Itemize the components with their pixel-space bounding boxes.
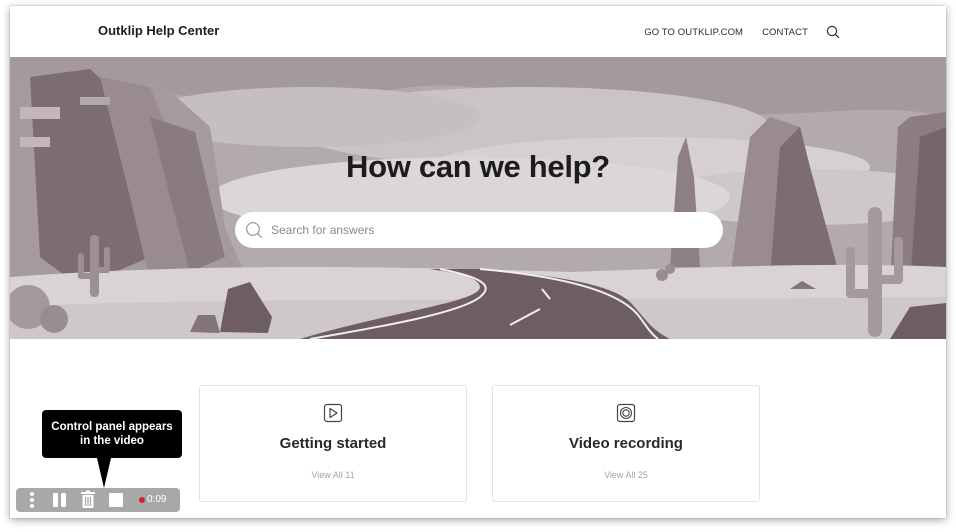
nav-link-outklip[interactable]: GO TO OUTKLIP.COM [644, 27, 743, 38]
more-icon[interactable] [26, 488, 38, 512]
site-header: Outklip Help Center GO TO OUTKLIP.COM CO… [10, 6, 946, 57]
search-input[interactable] [271, 212, 711, 248]
pause-icon[interactable] [52, 488, 68, 512]
trash-icon[interactable] [80, 488, 96, 512]
record-icon [616, 403, 636, 423]
recording-control-panel: 0:09 [16, 488, 180, 512]
stop-icon[interactable] [108, 488, 124, 512]
tooltip-line-1: Control panel appears [51, 421, 173, 433]
play-icon [323, 403, 343, 423]
control-panel-tooltip: Control panel appears in the video [42, 410, 182, 458]
hero-heading: How can we help? [346, 149, 610, 184]
search-icon[interactable] [826, 25, 840, 39]
category-title: Video recording [569, 435, 683, 452]
help-search-bar[interactable] [235, 212, 723, 248]
view-all-link[interactable]: View All 25 [493, 470, 759, 480]
category-card-video-recording[interactable]: Video recording View All 25 [492, 385, 760, 502]
category-card-getting-started[interactable]: Getting started View All 11 [199, 385, 467, 502]
tooltip-arrow [97, 458, 111, 488]
elapsed-time: 0:09 [147, 494, 167, 505]
recording-indicator [139, 497, 145, 503]
nav-link-contact[interactable]: CONTACT [762, 27, 808, 38]
category-title: Getting started [279, 435, 387, 452]
top-nav: GO TO OUTKLIP.COM CONTACT [644, 25, 840, 39]
tooltip-line-2: in the video [80, 435, 144, 447]
hero-banner: How can we help? [10, 57, 946, 339]
brand-title[interactable]: Outklip Help Center [98, 23, 219, 38]
search-icon [245, 221, 263, 239]
view-all-link[interactable]: View All 11 [200, 470, 466, 480]
desert-illustration [10, 57, 946, 339]
browser-window: Outklip Help Center GO TO OUTKLIP.COM CO… [10, 6, 946, 518]
